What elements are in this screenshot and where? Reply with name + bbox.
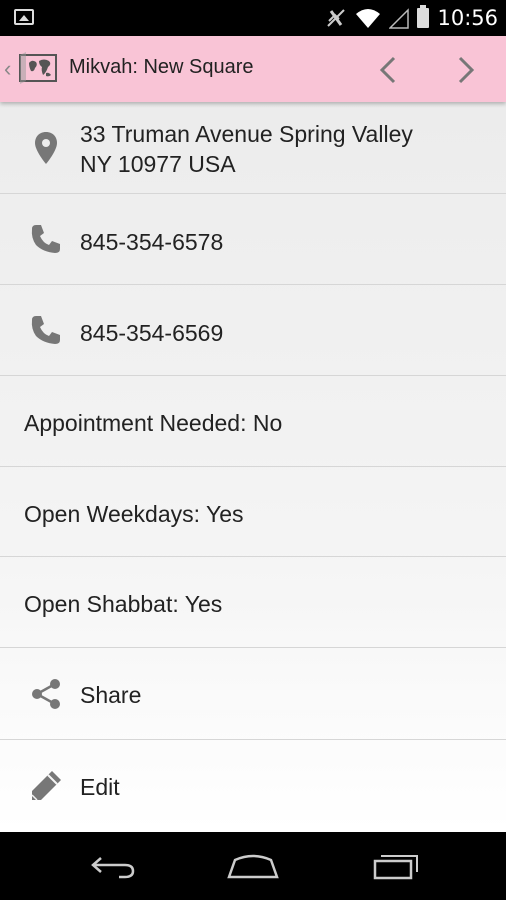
phone-row-2[interactable]: 845-354-6569 <box>0 285 506 376</box>
status-time: 10:56 <box>437 6 498 30</box>
phone-number-2: 845-354-6569 <box>80 320 224 346</box>
gallery-notification-icon <box>14 9 34 25</box>
page-title: Mikvah: New Square <box>69 56 254 78</box>
shabbat-row: Open Shabbat: Yes <box>0 557 506 648</box>
weekdays-row: Open Weekdays: Yes <box>0 467 506 557</box>
home-button[interactable] <box>218 846 288 886</box>
status-bar: 10:56 <box>0 0 506 36</box>
vibrate-off-icon <box>327 9 346 27</box>
phone-icon <box>26 310 66 350</box>
next-button[interactable] <box>444 48 488 92</box>
recent-apps-button[interactable] <box>362 846 432 886</box>
up-caret-icon[interactable]: ‹ <box>4 56 11 82</box>
navigation-bar <box>0 832 506 900</box>
phone-number-1: 845-354-6578 <box>80 229 224 255</box>
chevron-right-icon <box>458 56 475 84</box>
appointment-row: Appointment Needed: No <box>0 376 506 467</box>
status-icons: 10:56 <box>325 0 498 36</box>
edit-label: Edit <box>80 774 120 800</box>
detail-list: 33 Truman Avenue Spring Valley NY 10977 … <box>0 102 506 832</box>
shabbat-text: Open Shabbat: Yes <box>24 591 223 617</box>
pencil-icon <box>26 766 66 806</box>
address-row[interactable]: 33 Truman Avenue Spring Valley NY 10977 … <box>0 102 506 194</box>
recent-apps-icon <box>373 855 418 880</box>
chevron-left-icon <box>379 56 396 84</box>
phone-row-1[interactable]: 845-354-6578 <box>0 194 506 285</box>
share-label: Share <box>80 682 142 708</box>
weekdays-text: Open Weekdays: Yes <box>24 501 244 527</box>
address-line-1: 33 Truman Avenue Spring Valley <box>80 121 413 147</box>
previous-button[interactable] <box>366 48 410 92</box>
battery-icon <box>417 5 430 28</box>
action-bar: ‹ Mikvah: New Square <box>0 36 506 102</box>
edit-row[interactable]: Edit <box>0 740 506 832</box>
share-icon <box>26 674 66 714</box>
appointment-text: Appointment Needed: No <box>24 410 283 436</box>
address-line-2: NY 10977 USA <box>80 151 236 177</box>
back-button[interactable] <box>78 846 148 886</box>
signal-icon <box>389 8 410 29</box>
map-app-icon[interactable] <box>18 51 58 85</box>
phone-icon <box>26 219 66 259</box>
back-icon <box>91 857 135 879</box>
home-icon <box>227 854 279 879</box>
share-row[interactable]: Share <box>0 648 506 740</box>
wifi-icon <box>356 9 381 28</box>
location-pin-icon <box>26 128 66 168</box>
